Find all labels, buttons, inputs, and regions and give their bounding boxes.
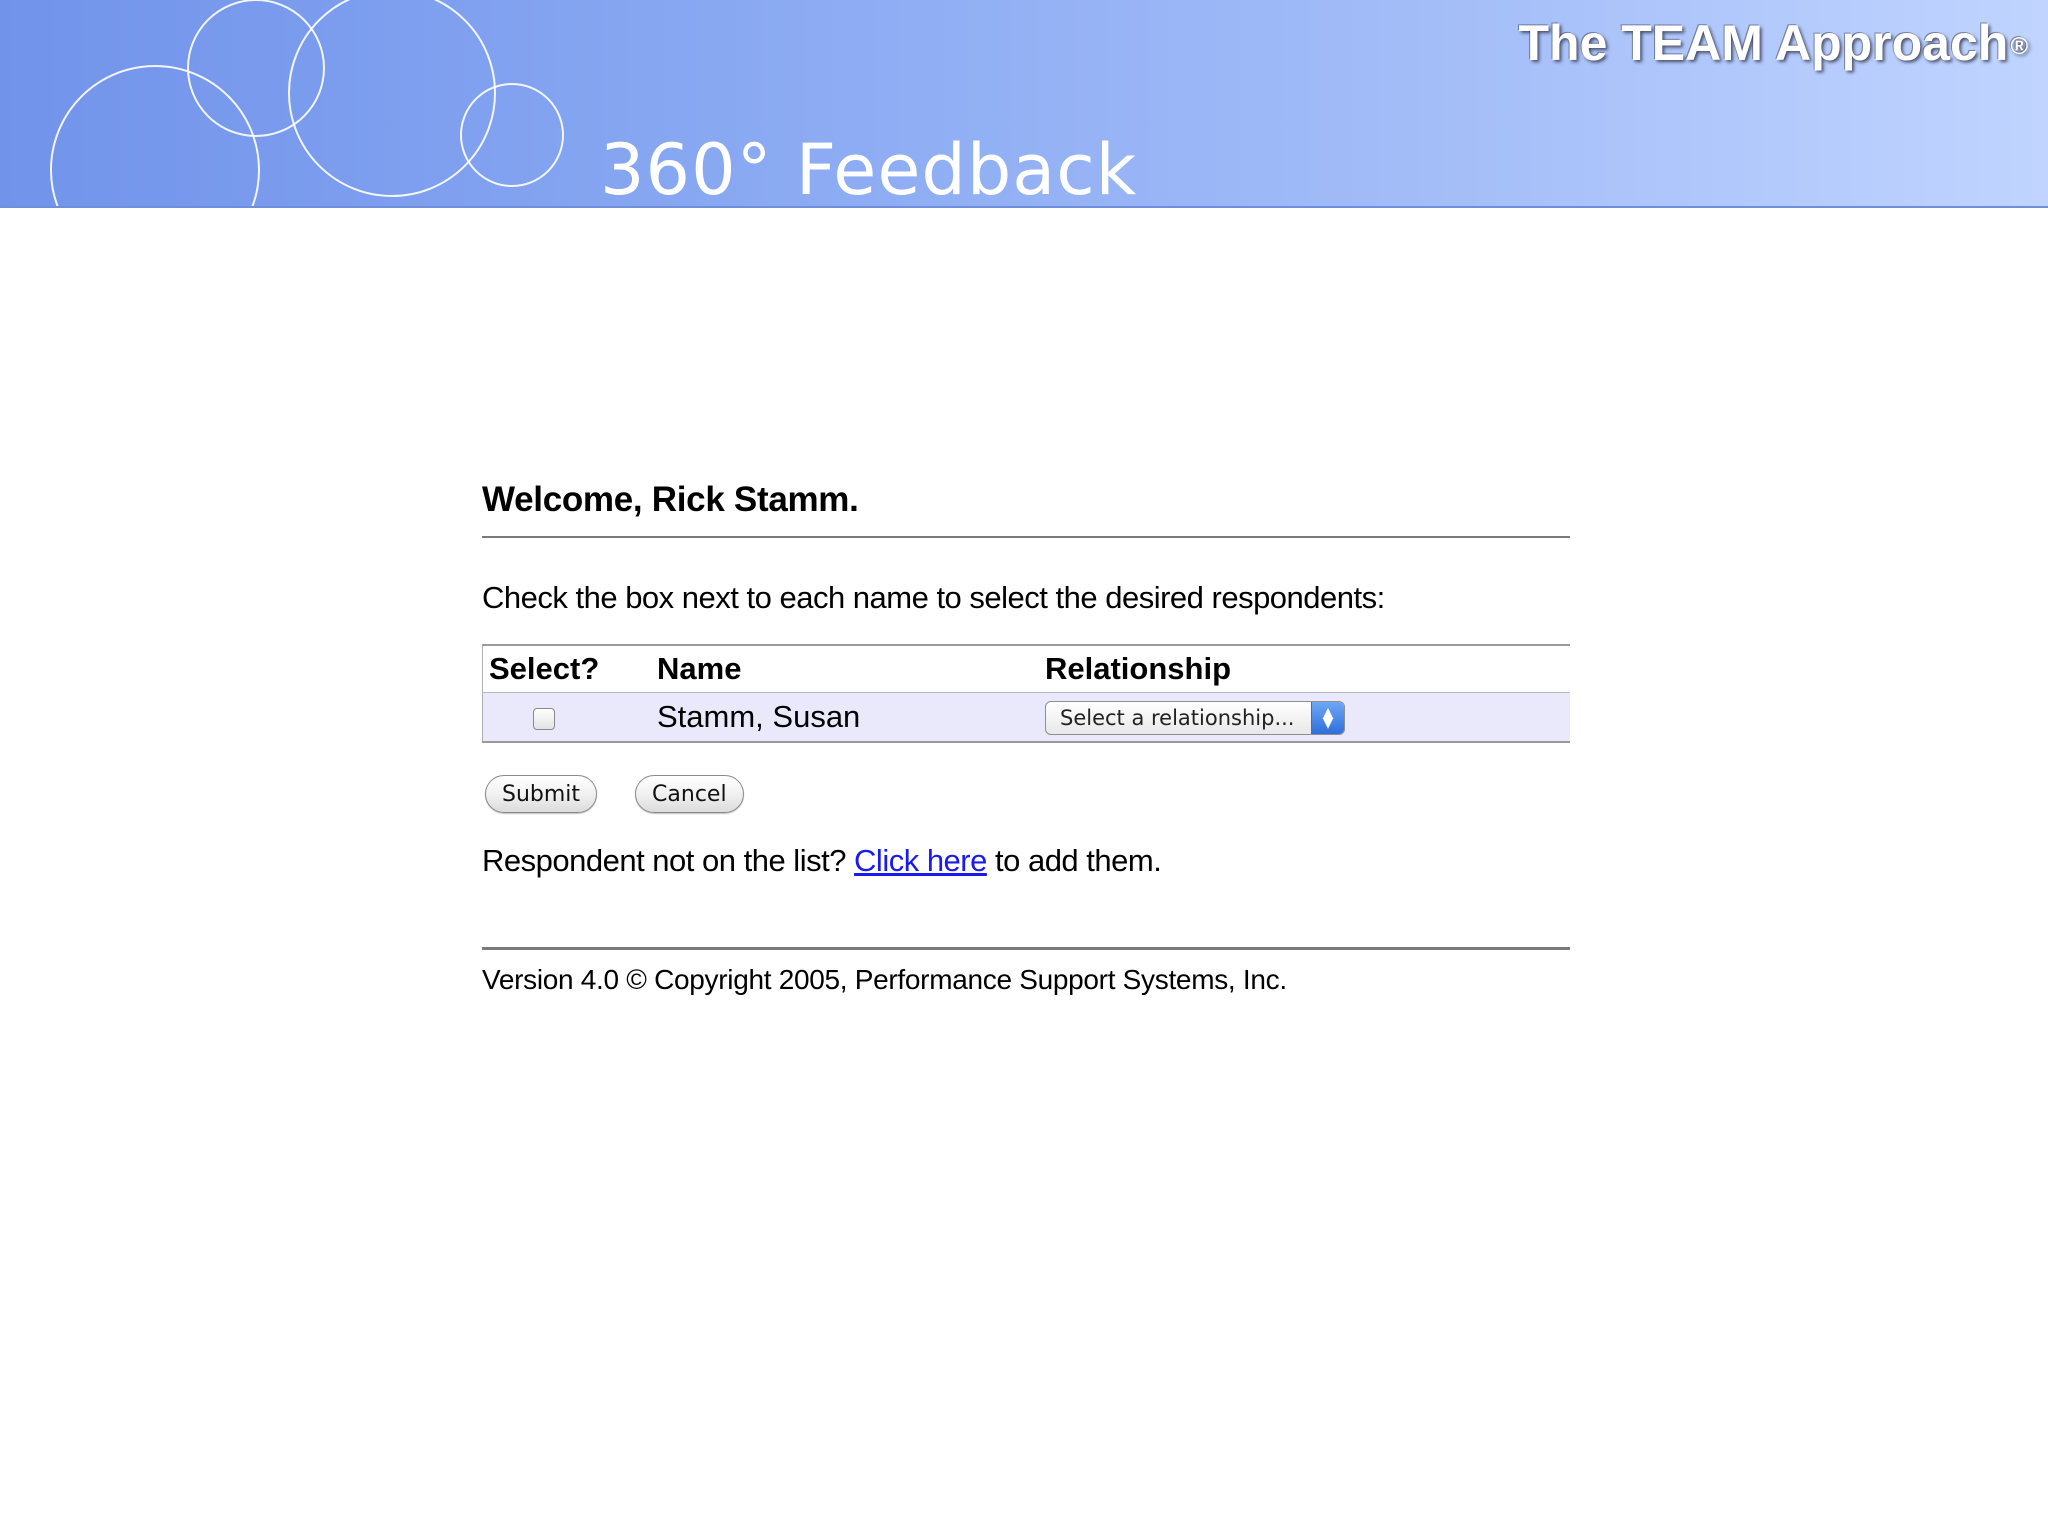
- respondents-table: Select? Name Relationship Stamm, Susan S…: [482, 644, 1570, 743]
- add-respondent-text: Respondent not on the list? Click here t…: [482, 843, 1570, 879]
- select-arrows-icon: ▲ ▼: [1311, 702, 1344, 735]
- select-cell: [482, 692, 645, 742]
- submit-button[interactable]: Submit: [485, 775, 598, 813]
- add-respondent-suffix: to add them.: [986, 843, 1162, 878]
- table-row: Stamm, Susan Select a relationship... ▲ ▼: [482, 692, 1570, 742]
- form-buttons: Submit Cancel: [482, 775, 1570, 813]
- respondent-checkbox[interactable]: [533, 707, 555, 730]
- welcome-heading: Welcome, Rick Stamm.: [482, 480, 1570, 538]
- relationship-select[interactable]: Select a relationship... ▲ ▼: [1045, 701, 1345, 736]
- header-banner: The TEAM Approach® 360° Feedback: [0, 0, 2048, 208]
- footer-copyright: Version 4.0 © Copyright 2005, Performanc…: [482, 947, 1570, 996]
- respondent-name: Stamm, Susan: [645, 692, 1039, 742]
- decorative-circles: [50, 0, 564, 206]
- table-header-row: Select? Name Relationship: [482, 645, 1570, 693]
- column-header-relationship: Relationship: [1039, 645, 1570, 693]
- add-respondent-prefix: Respondent not on the list?: [482, 843, 855, 878]
- brand-logo: The TEAM Approach®: [1518, 15, 2028, 71]
- column-header-select: Select?: [482, 645, 645, 693]
- relationship-cell: Select a relationship... ▲ ▼: [1039, 692, 1570, 742]
- add-respondent-link[interactable]: Click here: [854, 843, 987, 878]
- instructions-text: Check the box next to each name to selec…: [482, 580, 1385, 615]
- product-title: 360° Feedback: [600, 129, 1138, 208]
- main-content: Welcome, Rick Stamm. Check the box next …: [482, 480, 1570, 996]
- cancel-button[interactable]: Cancel: [635, 775, 744, 813]
- relationship-select-value: Select a relationship...: [1060, 706, 1295, 731]
- column-header-name: Name: [645, 645, 1039, 693]
